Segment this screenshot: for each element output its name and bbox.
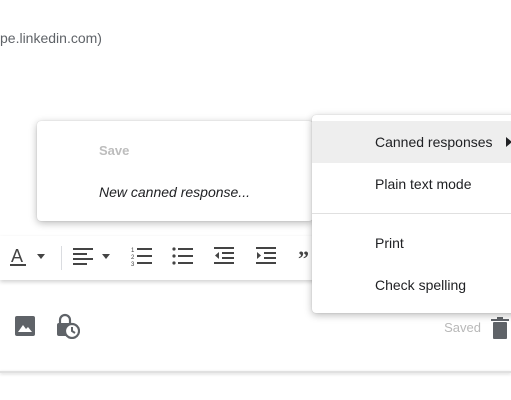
saved-status: Saved: [444, 320, 481, 335]
text-color-icon: A: [8, 244, 48, 273]
formatting-toolbar: A 1 2 3 ”: [0, 236, 320, 280]
menu-item-plain-text-mode[interactable]: Plain text mode: [312, 163, 511, 205]
indent-more-button[interactable]: [254, 246, 280, 270]
insert-photo-icon: [13, 314, 37, 343]
toolbar-separator: [61, 246, 62, 270]
canned-responses-submenu: Save New canned response...: [37, 121, 313, 221]
indent-less-button[interactable]: [212, 246, 238, 270]
menu-item-label: New canned response...: [99, 184, 250, 200]
menu-item-label: Check spelling: [375, 277, 467, 293]
indent-more-icon: [254, 244, 280, 273]
svg-text:1: 1: [131, 248, 135, 254]
svg-text:3: 3: [131, 262, 135, 268]
menu-item-check-spelling[interactable]: Check spelling: [312, 264, 511, 306]
menu-item-new-canned-response[interactable]: New canned response...: [37, 171, 313, 213]
align-icon: [71, 244, 115, 273]
insert-photo-button[interactable]: [12, 315, 38, 341]
menu-item-print[interactable]: Print: [312, 222, 511, 264]
delete-icon: [489, 317, 511, 344]
numbered-list-button[interactable]: 1 2 3: [129, 246, 155, 270]
submenu-arrow-icon: [506, 137, 511, 147]
svg-text:2: 2: [131, 255, 135, 261]
numbered-list-icon: 1 2 3: [129, 244, 155, 273]
menu-item-label: Canned responses: [375, 134, 493, 150]
svg-text:”: ”: [298, 246, 309, 268]
svg-text:A: A: [11, 246, 23, 266]
indent-less-icon: [212, 244, 238, 273]
bulleted-list-icon: [170, 244, 196, 273]
discard-draft-button[interactable]: [489, 316, 511, 340]
compose-bottom-edge: [0, 371, 511, 373]
menu-item-label: Print: [375, 235, 404, 251]
menu-item-canned-responses[interactable]: Canned responses: [312, 121, 511, 163]
more-options-menu: Canned responses Plain text mode Print C…: [312, 115, 511, 313]
menu-item-save: Save: [37, 129, 313, 171]
recipient-address: pe.linkedin.com): [0, 30, 102, 46]
bulleted-list-button[interactable]: [170, 246, 196, 270]
confidential-mode-icon: [54, 313, 81, 344]
confidential-mode-button[interactable]: [54, 313, 81, 344]
text-color-button[interactable]: A: [8, 246, 48, 270]
menu-divider: [312, 213, 511, 214]
menu-item-label: Save: [99, 142, 130, 158]
align-button[interactable]: [71, 246, 115, 270]
menu-item-label: Plain text mode: [375, 176, 472, 192]
